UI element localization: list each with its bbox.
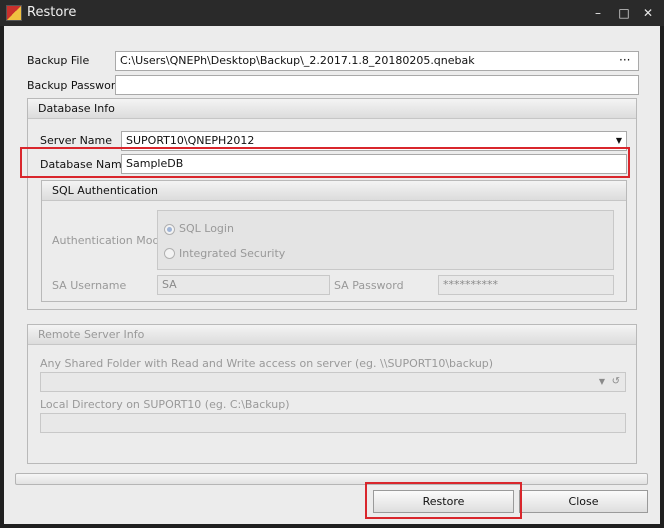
shared-folder-select[interactable]: ▼ ↺ bbox=[40, 372, 626, 392]
radio-integrated-security[interactable] bbox=[164, 248, 175, 259]
restore-window: Restore – □ ✕ Backup File C:\Users\QNEPh… bbox=[0, 0, 664, 528]
server-name-value: SUPORT10\QNEPH2012 bbox=[126, 134, 255, 147]
server-name-label: Server Name bbox=[40, 134, 113, 147]
backup-password-input[interactable] bbox=[115, 75, 639, 95]
window-title: Restore bbox=[27, 5, 77, 20]
sa-password-input[interactable]: ********** bbox=[438, 275, 614, 295]
integrated-security-label: Integrated Security bbox=[179, 247, 286, 260]
maximize-icon[interactable]: □ bbox=[614, 4, 634, 22]
sql-authentication-group: SQL Authentication Authentication Mode S… bbox=[41, 180, 627, 302]
shared-folder-label: Any Shared Folder with Read and Write ac… bbox=[40, 357, 494, 370]
remote-server-info-header: Remote Server Info bbox=[28, 325, 636, 345]
sa-password-label: SA Password bbox=[334, 279, 404, 292]
backup-file-input[interactable]: C:\Users\QNEPh\Desktop\Backup\_2.2017.1.… bbox=[115, 51, 639, 71]
chevron-down-icon[interactable]: ▼ bbox=[599, 373, 605, 391]
authentication-mode-label: Authentication Mode bbox=[52, 234, 167, 247]
title-bar: Restore – □ ✕ bbox=[0, 0, 664, 26]
restore-button-highlight bbox=[365, 482, 522, 519]
sql-login-label: SQL Login bbox=[179, 222, 234, 235]
refresh-icon[interactable]: ↺ bbox=[612, 373, 620, 391]
authentication-mode-box: SQL Login Integrated Security bbox=[157, 210, 614, 270]
backup-password-label: Backup Password bbox=[27, 79, 123, 92]
database-info-group: Database Info Server Name SUPORT10\QNEPH… bbox=[27, 98, 637, 310]
sql-authentication-header: SQL Authentication bbox=[42, 181, 626, 201]
backup-file-label: Backup File bbox=[27, 54, 90, 67]
close-icon[interactable]: ✕ bbox=[638, 4, 658, 22]
sa-username-input[interactable]: SA bbox=[157, 275, 330, 295]
browse-button[interactable]: ··· bbox=[619, 53, 630, 67]
progress-bar bbox=[15, 473, 648, 485]
local-directory-label: Local Directory on SUPORT10 (eg. C:\Back… bbox=[40, 398, 290, 411]
dialog-body: Backup File C:\Users\QNEPh\Desktop\Backu… bbox=[4, 26, 660, 524]
app-icon bbox=[6, 5, 22, 21]
remote-server-info-group: Remote Server Info Any Shared Folder wit… bbox=[27, 324, 637, 464]
close-button[interactable]: Close bbox=[519, 490, 648, 513]
local-directory-input[interactable] bbox=[40, 413, 626, 433]
minimize-icon[interactable]: – bbox=[588, 4, 608, 22]
database-name-highlight bbox=[20, 147, 630, 178]
database-info-header: Database Info bbox=[28, 99, 636, 119]
radio-sql-login[interactable] bbox=[164, 224, 175, 235]
sa-username-label: SA Username bbox=[52, 279, 127, 292]
